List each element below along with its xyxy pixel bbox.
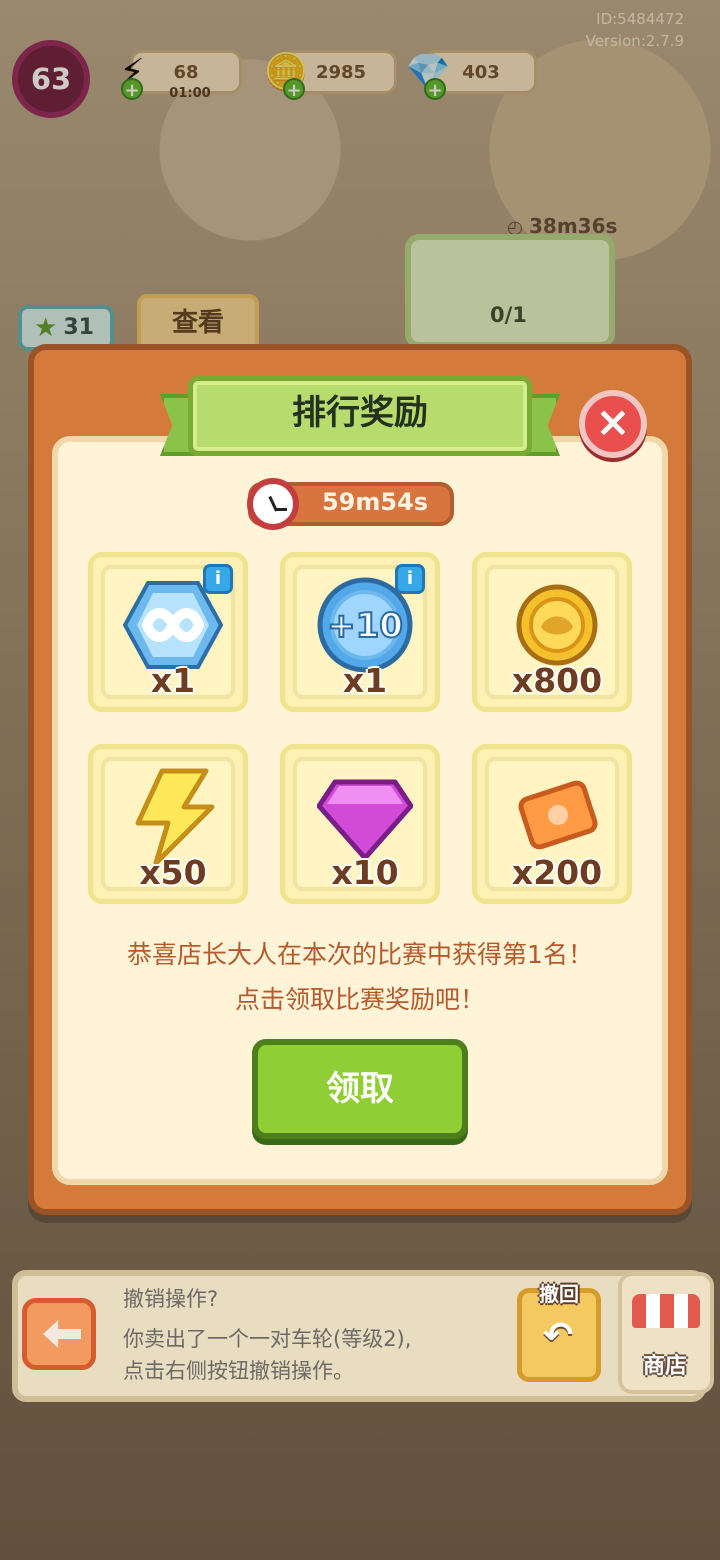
undo-arrow-icon: ↶ bbox=[542, 1315, 574, 1356]
info-icon[interactable]: i bbox=[203, 564, 233, 594]
undo-hint-line2: 点击右侧按钮撤销操作。 bbox=[123, 1359, 354, 1383]
reward-message-line2: 点击领取比赛奖励吧！ bbox=[234, 985, 485, 1014]
reward-qty: x10 bbox=[331, 853, 399, 892]
reward-qty: x1 bbox=[150, 661, 196, 700]
reward-tile[interactable]: x800 bbox=[472, 552, 632, 712]
reward-timer-value: 59m54s bbox=[321, 488, 429, 516]
exit-icon bbox=[43, 1320, 81, 1348]
reward-message-line1: 恭喜店长大人在本次的比赛中获得第1名！ bbox=[127, 940, 593, 969]
reward-tile[interactable]: x200 bbox=[472, 744, 632, 904]
undo-hint-line1: 你卖出了一个一对车轮(等级2), bbox=[123, 1327, 412, 1351]
shop-awning-icon bbox=[632, 1294, 700, 1328]
reward-message: 恭喜店长大人在本次的比赛中获得第1名！ 点击领取比赛奖励吧！ bbox=[52, 932, 668, 1022]
undo-hint: 撤销操作? 你卖出了一个一对车轮(等级2), 点击右侧按钮撤销操作。 bbox=[123, 1283, 513, 1387]
close-button[interactable]: × bbox=[579, 390, 647, 458]
exit-button[interactable] bbox=[22, 1298, 96, 1370]
svg-text:+10: +10 bbox=[327, 606, 403, 646]
reward-qty: x50 bbox=[139, 853, 207, 892]
alarm-clock-icon bbox=[247, 478, 299, 530]
shop-label: 商店 bbox=[642, 1354, 687, 1379]
reward-qty: x200 bbox=[511, 853, 603, 892]
undo-label: 撤回 bbox=[539, 1282, 579, 1306]
dialog-title: 排行奖励 bbox=[292, 393, 428, 433]
reward-qty: x800 bbox=[511, 661, 603, 700]
reward-tile[interactable]: x10 bbox=[280, 744, 440, 904]
reward-qty: x1 bbox=[342, 661, 388, 700]
undo-hint-title: 撤销操作? bbox=[123, 1287, 219, 1311]
close-icon: × bbox=[595, 397, 631, 446]
info-icon[interactable]: i bbox=[395, 564, 425, 594]
claim-button-label: 领取 bbox=[326, 1069, 394, 1109]
claim-button[interactable]: 领取 bbox=[252, 1039, 468, 1139]
reward-tile[interactable]: x50 bbox=[88, 744, 248, 904]
